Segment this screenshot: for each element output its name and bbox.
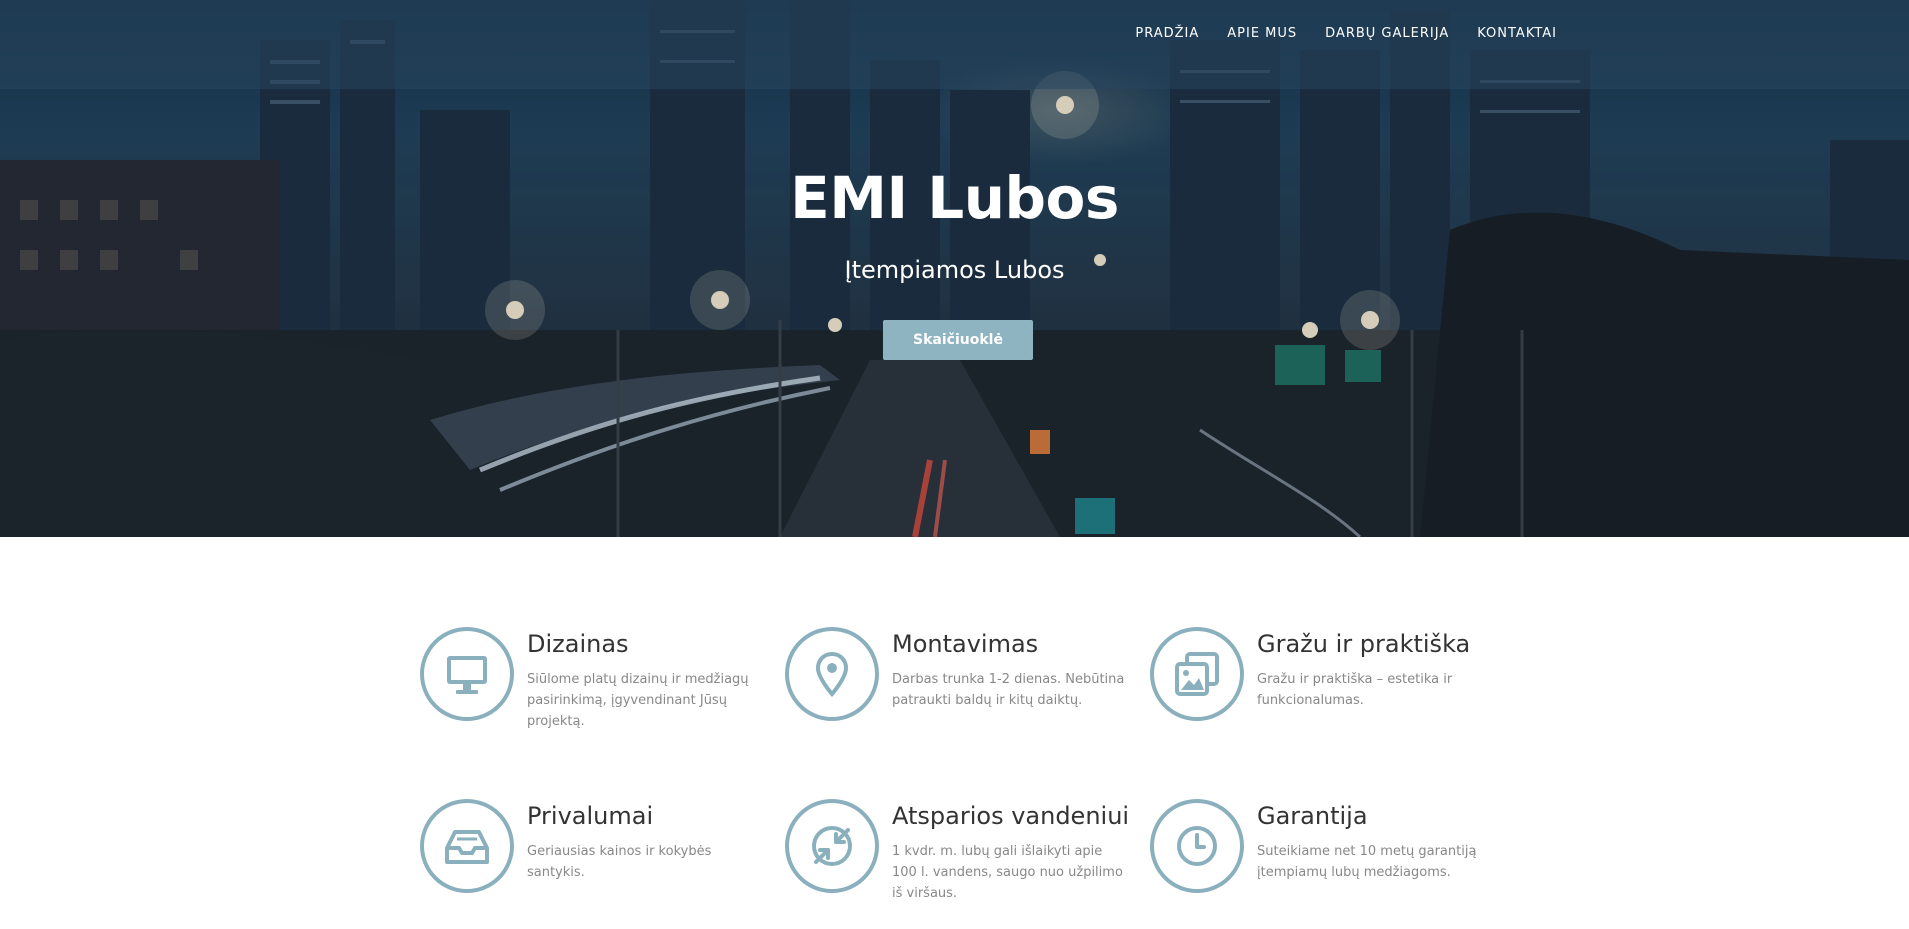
nav-link-darbu-galerija[interactable]: DARBŲ GALERIJA <box>1325 22 1449 46</box>
feature-item: Garantija Suteikiame net 10 metų garanti… <box>1150 799 1490 929</box>
monitor-icon <box>447 656 487 694</box>
calculator-button[interactable]: Skaičiuoklė <box>883 320 1033 360</box>
feature-title: Garantija <box>1257 802 1368 830</box>
nav-link-apie-mus[interactable]: APIE MUS <box>1227 22 1297 46</box>
feature-item: Gražu ir praktiška Gražu ir praktiška – … <box>1150 627 1490 757</box>
feature-title: Atsparios vandeniui <box>892 802 1130 830</box>
feature-icon-circle <box>420 627 514 721</box>
feature-icon-circle <box>785 799 879 893</box>
images-icon <box>1175 652 1219 696</box>
hero-title: EMI Lubos <box>790 164 1119 232</box>
feature-icon-circle <box>785 627 879 721</box>
feature-icon-circle <box>1150 799 1244 893</box>
feature-text: Gražu ir praktiška – estetika ir funkcio… <box>1257 672 1453 708</box>
feature-title: Dizainas <box>527 630 629 658</box>
feature-item: Montavimas Darbas trunka 1-2 dienas. Neb… <box>785 627 1125 757</box>
top-navbar: PRADŽIA APIE MUS DARBŲ GALERIJA KONTAKTA… <box>0 0 1909 89</box>
feature-icon-circle <box>420 799 514 893</box>
main-menu: PRADŽIA APIE MUS DARBŲ GALERIJA KONTAKTA… <box>1135 22 1557 46</box>
feature-item: Dizainas Siūlome platų dizainų ir medžia… <box>420 627 760 757</box>
hero-section: PRADŽIA APIE MUS DARBŲ GALERIJA KONTAKTA… <box>0 0 1909 537</box>
feature-item: Atsparios vandeniui 1 kvdr. m. lubų gali… <box>785 799 1129 929</box>
feature-text: Geriausias kainos ir kokybės santykis. <box>527 844 712 880</box>
compress-arrows-icon <box>812 826 852 866</box>
feature-text: Suteikiame net 10 metų garantiją įtempia… <box>1257 844 1477 880</box>
feature-text: Darbas trunka 1-2 dienas. Nebūtina patra… <box>892 672 1125 708</box>
hero-subtitle: Įtempiamos Lubos <box>844 256 1065 284</box>
feature-title: Gražu ir praktiška <box>1257 630 1471 658</box>
map-pin-icon <box>815 651 849 698</box>
feature-icon-circle <box>1150 627 1244 721</box>
feature-title: Montavimas <box>892 630 1039 658</box>
feature-text: 1 kvdr. m. lubų gali išlaikyti apie 100 … <box>892 844 1123 901</box>
feature-title: Privalumai <box>527 802 654 830</box>
feature-text: Siūlome platų dizainų ir medžiagų pasiri… <box>527 672 749 729</box>
clock-icon <box>1177 826 1217 866</box>
nav-link-kontaktai[interactable]: KONTAKTAI <box>1477 22 1557 46</box>
inbox-tray-icon <box>445 830 489 864</box>
features-section: Dizainas Siūlome platų dizainų ir medžia… <box>0 537 1909 901</box>
nav-link-pradzia[interactable]: PRADŽIA <box>1135 22 1199 46</box>
feature-item: Privalumai Geriausias kainos ir kokybės … <box>420 799 760 929</box>
